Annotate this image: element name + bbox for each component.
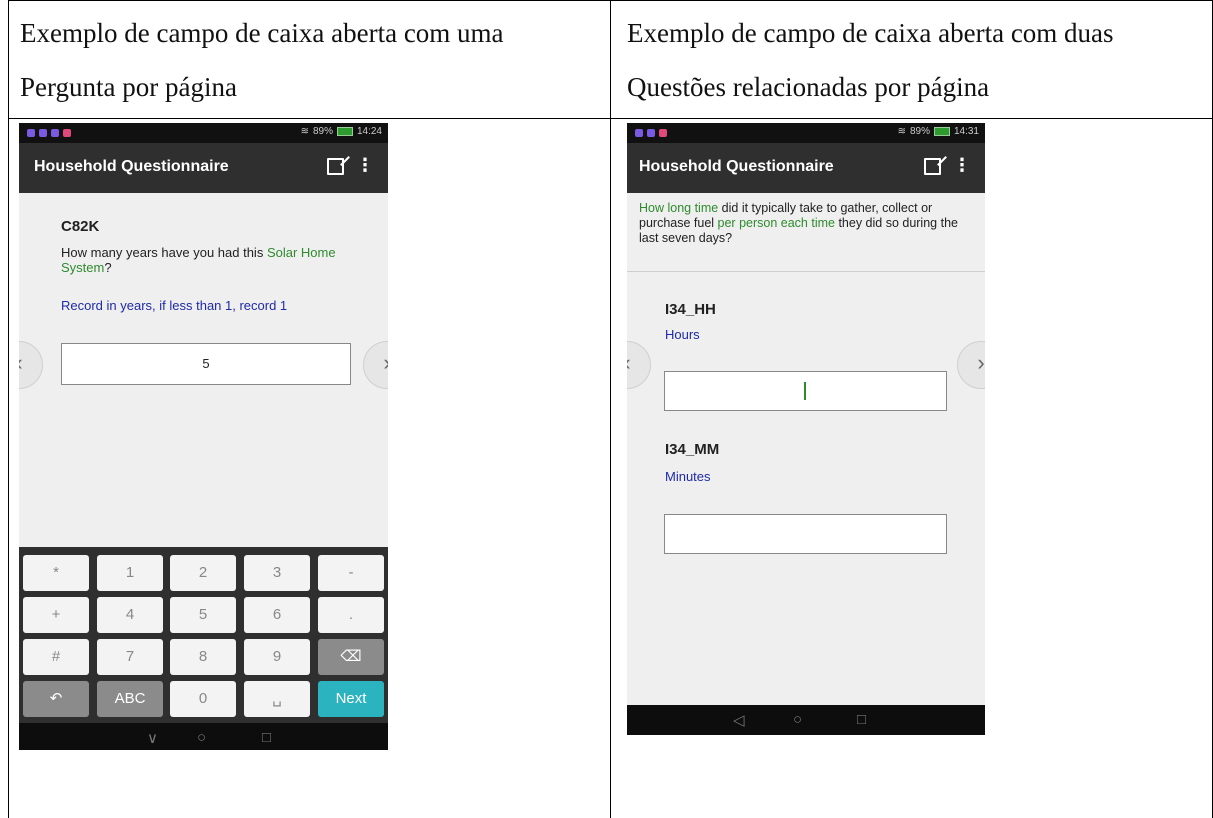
hours-label: Hours xyxy=(665,327,700,342)
keyboard-key[interactable]: 9 xyxy=(244,639,310,675)
keyboard-key[interactable]: 4 xyxy=(97,597,163,633)
nav-recents-icon[interactable]: □ xyxy=(857,711,866,728)
previous-arrow-icon[interactable]: ‹ xyxy=(19,341,43,389)
battery-percent: 89% xyxy=(312,126,333,137)
status-time: 14:31 xyxy=(953,126,979,137)
answer-input[interactable]: 5 xyxy=(61,343,351,385)
keyboard-key[interactable]: 5 xyxy=(170,597,236,633)
question-instruction: Record in years, if less than 1, record … xyxy=(61,298,288,313)
minutes-input[interactable] xyxy=(664,514,947,554)
text-cursor xyxy=(804,382,806,400)
battery-icon xyxy=(336,127,353,136)
system-nav-bar: ∨ ○ □ xyxy=(19,723,388,750)
notification-icons xyxy=(27,129,71,137)
keyboard-key[interactable]: 3 xyxy=(244,555,310,591)
keyboard-key[interactable]: Next xyxy=(318,681,384,717)
app-bar: Household Questionnaire ⋮ xyxy=(19,143,388,193)
numeric-keyboard: * 1 2 3- +4 5 6. #7 8 9 ⌫ ↶ ABC 0 ␣ Next xyxy=(19,547,388,723)
nav-home-icon[interactable]: ○ xyxy=(197,729,206,746)
wifi-icon: ≋ xyxy=(300,126,309,137)
status-bar: ≋ 89% 14:24 xyxy=(19,123,388,143)
right-header-line1: Exemplo de campo de caixa aberta com dua… xyxy=(627,18,1114,48)
hours-input[interactable] xyxy=(664,371,947,411)
nav-back-icon[interactable]: ◁ xyxy=(733,711,745,729)
system-nav-bar: ◁ ○ □ xyxy=(627,705,985,735)
question-code-minutes: I34_MM xyxy=(665,441,720,458)
right-header-line2: Questões relacionadas por página xyxy=(627,72,990,102)
app-title: Household Questionnaire xyxy=(639,158,834,175)
keyboard-key[interactable]: # xyxy=(23,639,89,675)
keyboard-key[interactable]: . xyxy=(318,597,384,633)
wifi-icon: ≋ xyxy=(897,126,906,137)
battery-icon xyxy=(933,127,950,136)
keyboard-key[interactable]: ABC xyxy=(97,681,163,717)
more-options-icon[interactable]: ⋮ xyxy=(356,155,374,176)
nav-home-icon[interactable]: ○ xyxy=(793,711,802,728)
keyboard-key[interactable]: 7 xyxy=(97,639,163,675)
nav-back-icon[interactable]: ∨ xyxy=(147,729,158,747)
left-header-line2: Pergunta por página xyxy=(20,72,237,102)
edit-icon[interactable] xyxy=(924,158,941,175)
left-header-line1: Exemplo de campo de caixa aberta com uma xyxy=(20,18,504,48)
edit-icon[interactable] xyxy=(327,158,344,175)
keyboard-key[interactable]: ↶ xyxy=(23,681,89,717)
status-indicators: ≋ 89% 14:31 xyxy=(898,126,979,137)
previous-arrow-icon[interactable]: ‹ xyxy=(627,341,651,389)
question-text: How many years have you had this Solar H… xyxy=(61,245,336,275)
right-phone-screenshot: ≋ 89% 14:31 Household Questionnaire ⋮ Ho… xyxy=(627,123,985,735)
question-code: C82K xyxy=(61,218,100,235)
question-code-hours: I34_HH xyxy=(665,301,716,318)
table-header-divider xyxy=(8,118,1213,119)
notification-icons xyxy=(635,129,667,137)
nav-recents-icon[interactable]: □ xyxy=(262,729,271,746)
keyboard-key[interactable]: - xyxy=(318,555,384,591)
keyboard-key[interactable]: + xyxy=(23,597,89,633)
question-intro-text: How long time did it typically take to g… xyxy=(639,201,958,245)
app-title: Household Questionnaire xyxy=(34,158,229,175)
keyboard-key[interactable]: * xyxy=(23,555,89,591)
app-bar: Household Questionnaire ⋮ xyxy=(627,143,985,193)
keyboard-key[interactable]: 1 xyxy=(97,555,163,591)
section-divider xyxy=(627,271,985,272)
status-indicators: ≋ 89% 14:24 xyxy=(301,126,382,137)
minutes-label: Minutes xyxy=(665,469,711,484)
keyboard-key[interactable]: ␣ xyxy=(244,681,310,717)
battery-percent: 89% xyxy=(909,126,930,137)
table-border-middle xyxy=(610,0,611,818)
status-bar: ≋ 89% 14:31 xyxy=(627,123,985,143)
more-options-icon[interactable]: ⋮ xyxy=(953,155,971,176)
keyboard-key[interactable]: 8 xyxy=(170,639,236,675)
keyboard-key[interactable]: 6 xyxy=(244,597,310,633)
keyboard-key[interactable]: 0 xyxy=(170,681,236,717)
keyboard-key[interactable]: 2 xyxy=(170,555,236,591)
next-arrow-icon[interactable]: › xyxy=(363,341,388,389)
keyboard-key[interactable]: ⌫ xyxy=(318,639,384,675)
table-border-left xyxy=(8,0,9,818)
left-phone-screenshot: ≋ 89% 14:24 Household Questionnaire ⋮ C8… xyxy=(19,123,388,750)
status-time: 14:24 xyxy=(356,126,382,137)
next-arrow-icon[interactable]: › xyxy=(957,341,985,389)
